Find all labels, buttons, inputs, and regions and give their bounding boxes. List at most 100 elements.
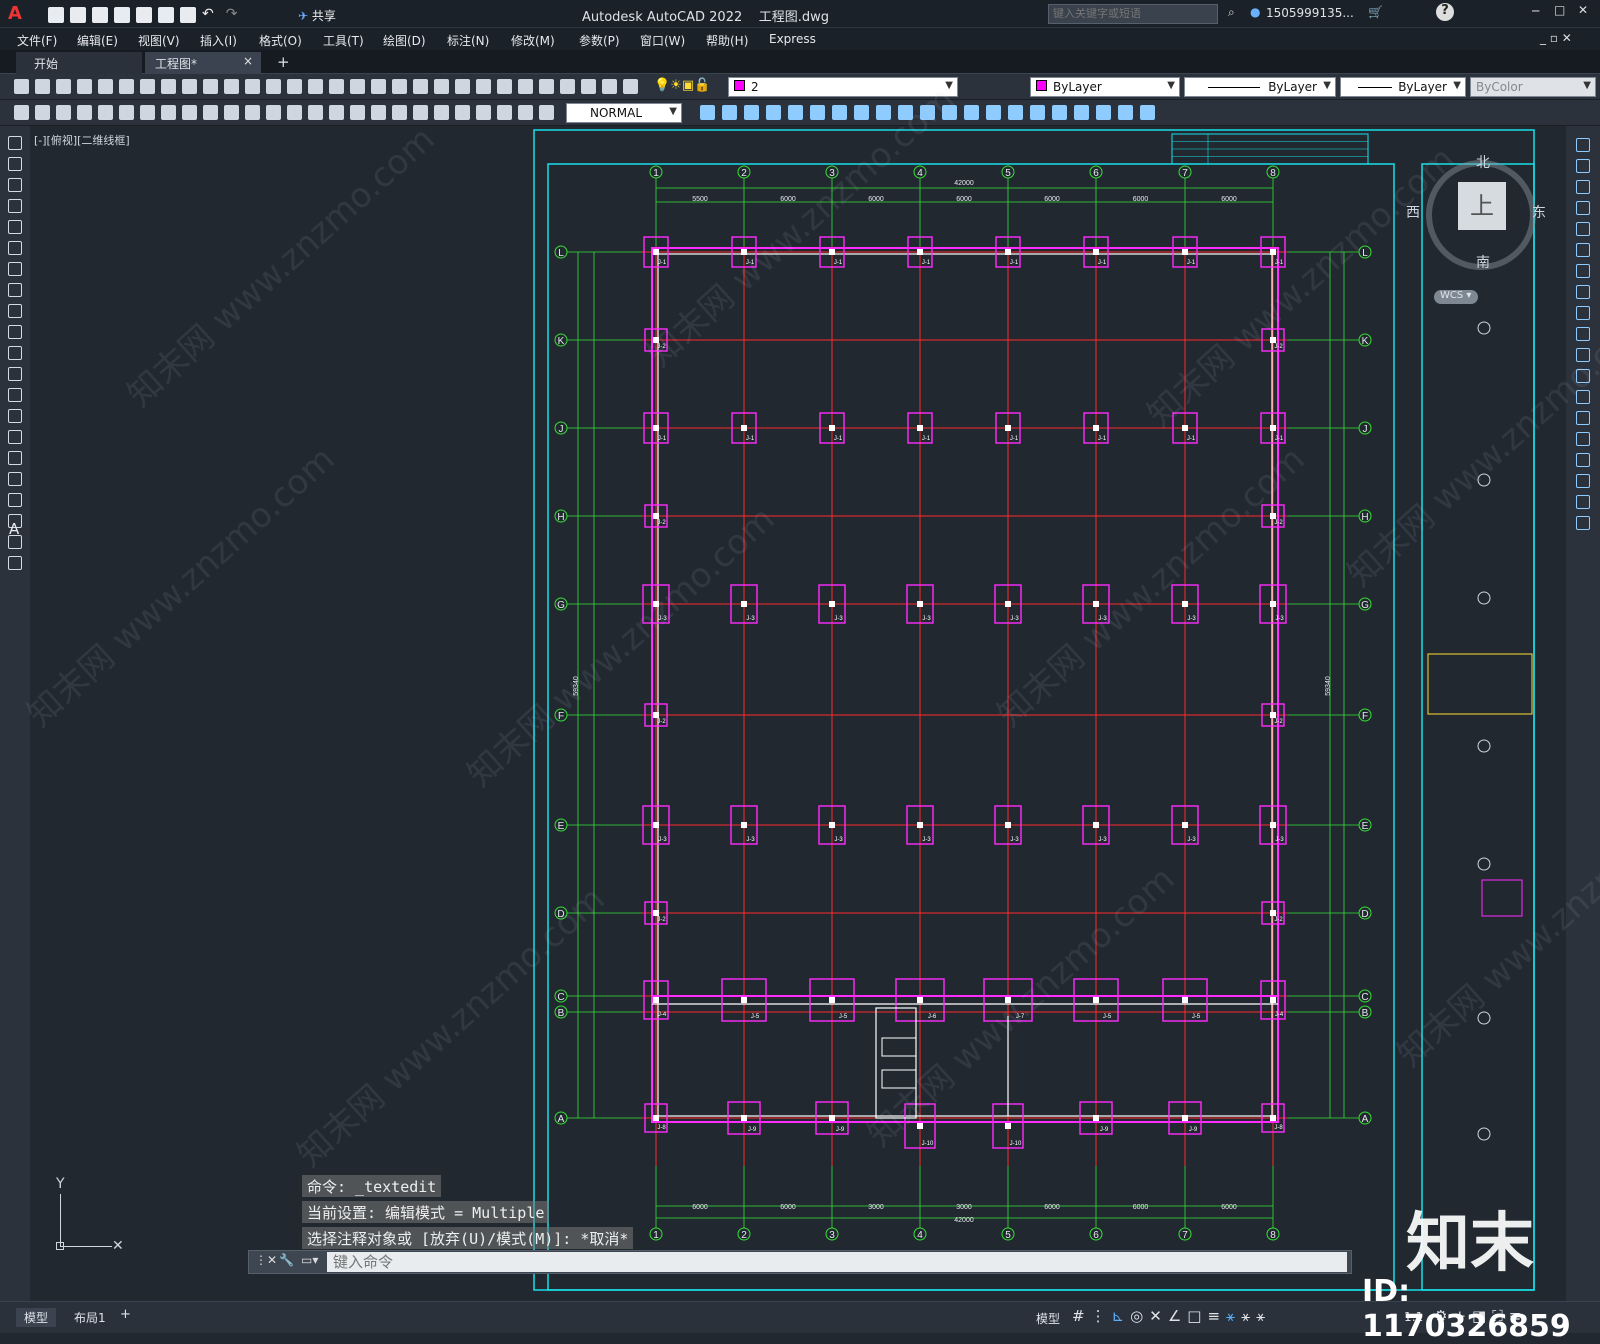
autoscale-icon[interactable]: ⚹	[1241, 1307, 1256, 1325]
modify-tool-icon[interactable]	[1576, 453, 1590, 467]
grid-icon[interactable]: #	[1072, 1307, 1091, 1325]
modify-tool-icon[interactable]	[1576, 201, 1590, 215]
open-web-icon[interactable]	[136, 6, 152, 23]
menu-parametric[interactable]: 参数(P)	[579, 32, 620, 49]
toolbar-tool-icon[interactable]	[245, 105, 260, 120]
toolbar-tool-icon[interactable]	[700, 105, 715, 120]
modify-tool-icon[interactable]	[1576, 495, 1590, 509]
menu-dimension[interactable]: 标注(N)	[447, 32, 489, 49]
viewcube-west[interactable]: 西	[1406, 202, 1420, 222]
help-icon[interactable]: ?	[1436, 3, 1454, 21]
menu-express[interactable]: Express	[769, 32, 816, 46]
toolbar-tool-icon[interactable]	[898, 105, 913, 120]
toolbar-tool-icon[interactable]	[497, 105, 512, 120]
user-name[interactable]: 1505999135...	[1266, 6, 1354, 20]
draw-tool-icon[interactable]	[8, 388, 22, 402]
layout-tab-layout1[interactable]: 布局1	[66, 1308, 114, 1327]
draw-tool-icon[interactable]	[8, 220, 22, 234]
snap-icon[interactable]: ⋮	[1091, 1307, 1112, 1325]
toolbar-tool-icon[interactable]	[434, 79, 449, 94]
draw-tool-icon[interactable]	[8, 451, 22, 465]
draw-tool-icon[interactable]	[8, 304, 22, 318]
toolbar-tool-icon[interactable]	[1052, 105, 1067, 120]
osnap-icon[interactable]: ∠	[1168, 1307, 1187, 1325]
modify-tool-icon[interactable]	[1576, 474, 1590, 488]
menu-edit[interactable]: 编辑(E)	[77, 32, 118, 49]
polar-icon[interactable]: ◎	[1130, 1307, 1149, 1325]
toolbar-tool-icon[interactable]	[224, 105, 239, 120]
color-dropdown[interactable]: ByLayer ▼	[1030, 77, 1180, 97]
menu-modify[interactable]: 修改(M)	[511, 32, 555, 49]
draw-tool-icon[interactable]	[8, 346, 22, 360]
viewcube[interactable]: 北 南 东 西 上	[1406, 155, 1546, 272]
toolbar-tool-icon[interactable]	[766, 105, 781, 120]
command-input[interactable]	[327, 1252, 1347, 1272]
toolbar-tool-icon[interactable]	[810, 105, 825, 120]
viewcube-south[interactable]: 南	[1476, 252, 1490, 272]
toolbar-tool-icon[interactable]	[98, 105, 113, 120]
toolbar-tool-icon[interactable]	[266, 79, 281, 94]
modify-tool-icon[interactable]	[1576, 327, 1590, 341]
toolbar-tool-icon[interactable]	[1030, 105, 1045, 120]
toolbar-tool-icon[interactable]	[350, 105, 365, 120]
modify-tool-icon[interactable]	[1576, 264, 1590, 278]
toolbar-tool-icon[interactable]	[539, 105, 554, 120]
toolbar-tool-icon[interactable]	[182, 79, 197, 94]
toolbar-tool-icon[interactable]	[140, 105, 155, 120]
modify-tool-icon[interactable]	[1576, 243, 1590, 257]
toolbar-tool-icon[interactable]	[203, 79, 218, 94]
tab-close-icon[interactable]: ×	[243, 54, 253, 68]
toolbar-tool-icon[interactable]	[602, 79, 617, 94]
menu-insert[interactable]: 插入(I)	[200, 32, 237, 49]
menu-tools[interactable]: 工具(T)	[323, 32, 364, 49]
toolbar-tool-icon[interactable]	[287, 105, 302, 120]
modify-tool-icon[interactable]	[1576, 432, 1590, 446]
toolbar-tool-icon[interactable]	[413, 105, 428, 120]
toolbar-tool-icon[interactable]	[413, 79, 428, 94]
toolbar-tool-icon[interactable]	[56, 105, 71, 120]
draw-tool-icon[interactable]	[8, 241, 22, 255]
toolbar-tool-icon[interactable]	[1074, 105, 1089, 120]
viewcube-north[interactable]: 北	[1476, 152, 1490, 172]
modify-tool-icon[interactable]	[1576, 369, 1590, 383]
toolbar-tool-icon[interactable]	[371, 79, 386, 94]
toolbar-tool-icon[interactable]	[308, 79, 323, 94]
new-icon[interactable]	[48, 6, 64, 23]
cart-icon[interactable]: 🛒	[1368, 5, 1383, 19]
modify-tool-icon[interactable]	[1576, 348, 1590, 362]
menu-help[interactable]: 帮助(H)	[706, 32, 748, 49]
toolbar-tool-icon[interactable]	[203, 105, 218, 120]
menu-window[interactable]: 窗口(W)	[640, 32, 685, 49]
toolbar-tool-icon[interactable]	[1008, 105, 1023, 120]
draw-tool-icon[interactable]	[8, 472, 22, 486]
toolbar-tool-icon[interactable]	[77, 79, 92, 94]
maximize-icon[interactable]: □	[1554, 3, 1565, 17]
toolbar-tool-icon[interactable]	[245, 79, 260, 94]
toolbar-tool-icon[interactable]	[722, 105, 737, 120]
layer-dropdown[interactable]: 2 ▼	[728, 77, 958, 97]
toolbar-tool-icon[interactable]	[986, 105, 1001, 120]
share-button[interactable]: ✈ 共享	[298, 7, 336, 24]
tab-start[interactable]: 开始	[16, 52, 142, 74]
undo-icon[interactable]: ↶	[202, 6, 214, 22]
toolbar-tool-icon[interactable]	[1118, 105, 1133, 120]
toolbar-tool-icon[interactable]	[350, 79, 365, 94]
save-as-icon[interactable]	[114, 6, 130, 23]
draw-tool-icon[interactable]	[8, 199, 22, 213]
save-web-icon[interactable]	[158, 6, 174, 23]
viewcube-east[interactable]: 东	[1532, 202, 1546, 222]
toolbar-tool-icon[interactable]	[56, 79, 71, 94]
toolbar-tool-icon[interactable]	[35, 105, 50, 120]
draw-tool-icon[interactable]	[8, 136, 22, 150]
toolbar-tool-icon[interactable]	[476, 105, 491, 120]
toolbar-tool-icon[interactable]	[266, 105, 281, 120]
draw-tool-icon[interactable]	[8, 430, 22, 444]
draw-tool-icon[interactable]	[8, 367, 22, 381]
menu-format[interactable]: 格式(O)	[259, 32, 302, 49]
model-space-button[interactable]: 模型	[1036, 1310, 1060, 1327]
draw-tool-icon[interactable]	[8, 493, 22, 507]
draw-tool-icon[interactable]	[8, 325, 22, 339]
isodraft-icon[interactable]: □	[1187, 1307, 1207, 1325]
toolbar-tool-icon[interactable]	[744, 105, 759, 120]
doc-window-controls[interactable]: _ ▫ ✕	[1540, 31, 1572, 45]
